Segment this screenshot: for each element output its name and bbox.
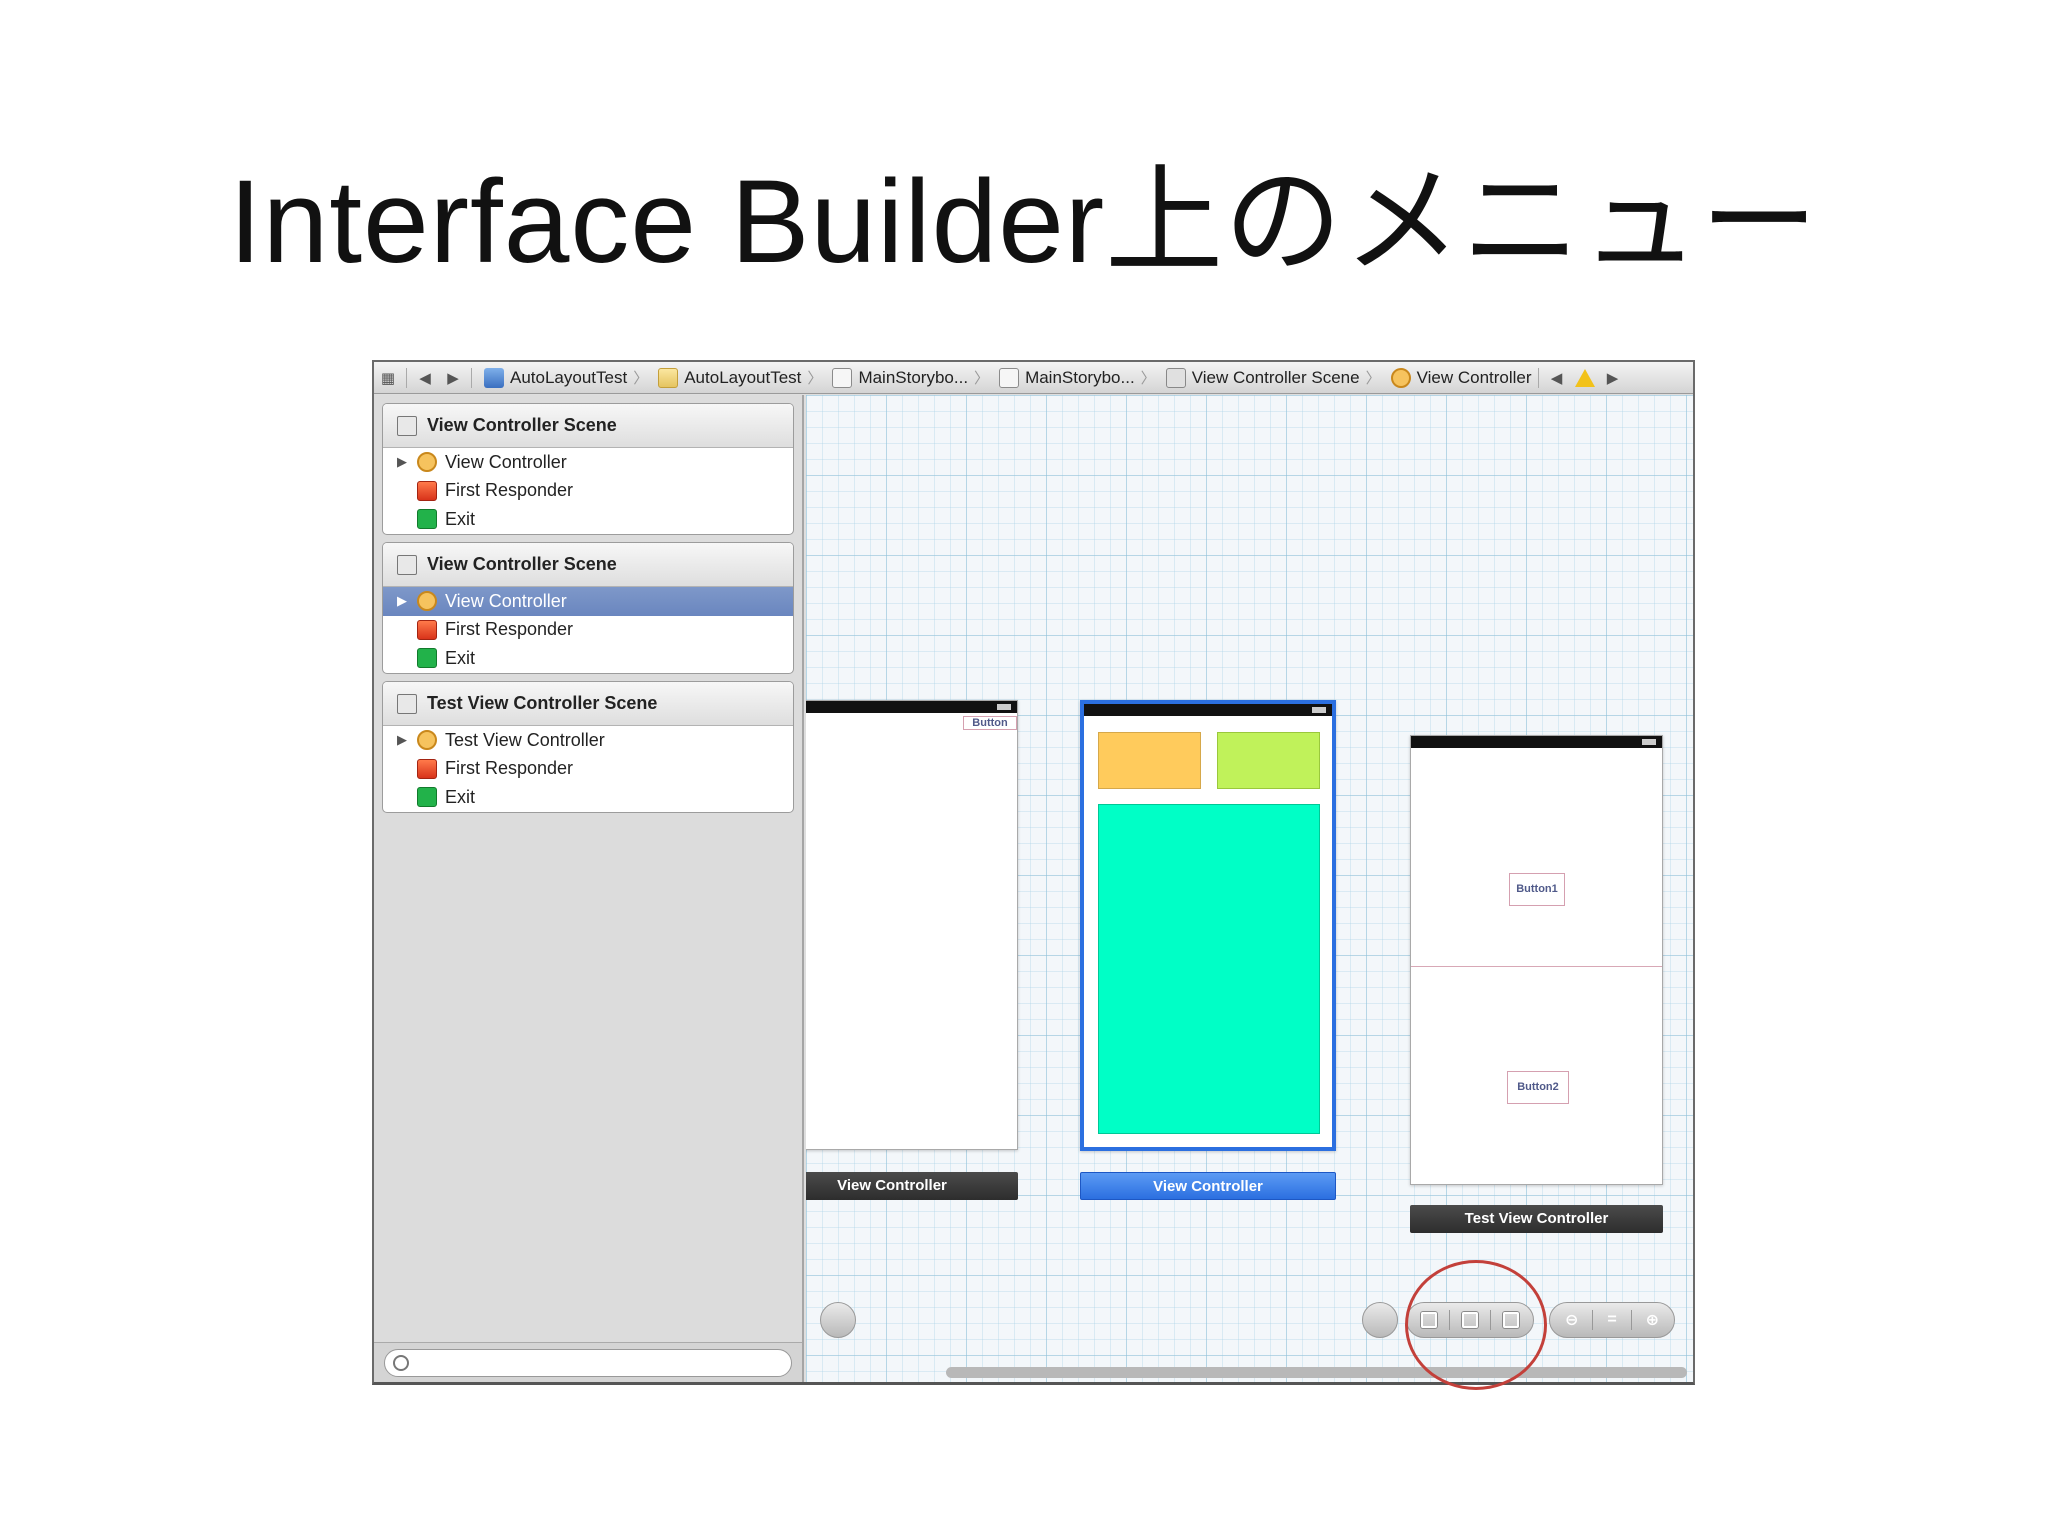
folder-icon — [658, 367, 679, 388]
scene-1-label[interactable]: View Controller — [806, 1172, 1018, 1200]
exit-icon — [417, 509, 437, 530]
outline-item-view-controller[interactable]: ▶ View Controller — [383, 448, 793, 477]
outline-filter-bar — [374, 1342, 802, 1382]
scene-2-view[interactable] — [1080, 700, 1336, 1151]
storyboard-canvas[interactable]: Button View Controller View Controller B… — [806, 395, 1693, 1382]
first-responder-icon — [417, 619, 437, 640]
view-controller-icon — [417, 730, 437, 751]
scene-1-view[interactable]: Button — [806, 700, 1018, 1150]
jump-bar: ▦ ◀ ▶ AutoLayoutTest 〉 AutoLayoutTest 〉 … — [374, 362, 1693, 394]
battery-icon — [1642, 739, 1656, 745]
storyboard-icon — [832, 367, 853, 388]
divider-line — [1411, 966, 1662, 967]
breadcrumb-label: MainStorybo... — [858, 367, 969, 387]
form-factor-button[interactable] — [1362, 1302, 1398, 1338]
document-outline: View Controller Scene ▶ View Controller … — [374, 395, 804, 1382]
chevron-right-icon: 〉 — [807, 370, 823, 387]
chevron-right-icon: 〉 — [1140, 370, 1156, 387]
previous-issue-icon[interactable]: ◀ — [1543, 362, 1571, 394]
scene-icon — [1165, 367, 1186, 388]
breadcrumb-label: View Controller — [1416, 367, 1532, 387]
view-controller-icon — [417, 591, 437, 612]
outline-item-exit[interactable]: Exit — [383, 783, 793, 812]
chevron-right-icon: 〉 — [974, 370, 990, 387]
battery-icon — [1312, 707, 1326, 713]
next-issue-icon[interactable]: ▶ — [1599, 362, 1627, 394]
chevron-right-icon: 〉 — [633, 370, 649, 387]
cyan-view[interactable] — [1098, 804, 1320, 1134]
scene-header[interactable]: View Controller Scene — [383, 404, 793, 448]
outline-filter-field[interactable] — [384, 1349, 792, 1377]
highlight-circle — [1405, 1260, 1547, 1390]
zoom-out-icon[interactable]: ⊖ — [1565, 1310, 1578, 1330]
first-responder-icon — [417, 758, 437, 779]
status-bar — [1084, 704, 1332, 716]
warning-icon[interactable] — [1574, 368, 1595, 387]
scene-icon — [397, 554, 417, 575]
button2[interactable]: Button2 — [1507, 1071, 1569, 1104]
battery-icon — [997, 704, 1011, 710]
breadcrumb-storyboard-base[interactable]: MainStorybo... 〉 — [991, 367, 1156, 388]
filter-icon — [393, 1355, 409, 1371]
scene-group-1: View Controller Scene ▶ View Controller … — [382, 403, 794, 535]
storyboard-icon — [999, 367, 1020, 388]
button1[interactable]: Button1 — [1509, 873, 1565, 906]
breadcrumb-project[interactable]: AutoLayoutTest 〉 — [476, 367, 648, 388]
breadcrumb-label: AutoLayoutTest — [510, 367, 628, 387]
xcode-window: ▦ ◀ ▶ AutoLayoutTest 〉 AutoLayoutTest 〉 … — [372, 360, 1695, 1385]
show-outline-button[interactable] — [820, 1302, 856, 1338]
forward-arrow-icon[interactable]: ▶ — [439, 362, 467, 394]
exit-icon — [417, 787, 437, 808]
breadcrumb-scene[interactable]: View Controller Scene 〉 — [1158, 367, 1381, 388]
view-controller-icon — [417, 452, 437, 473]
breadcrumb-view-controller[interactable]: View Controller — [1383, 367, 1532, 388]
breadcrumb-label: View Controller Scene — [1191, 367, 1360, 387]
zoom-in-icon[interactable]: ⊕ — [1646, 1310, 1659, 1330]
first-responder-icon — [417, 480, 437, 501]
scene-icon — [397, 415, 417, 436]
disclosure-triangle-icon[interactable]: ▶ — [397, 593, 417, 609]
outline-item-exit[interactable]: Exit — [383, 505, 793, 534]
outline-item-test-view-controller[interactable]: ▶ Test View Controller — [383, 726, 793, 755]
horizontal-scrollbar[interactable] — [946, 1367, 1687, 1378]
scene-1-button[interactable]: Button — [963, 716, 1017, 730]
disclosure-triangle-icon[interactable]: ▶ — [397, 454, 417, 470]
breadcrumb-storyboard[interactable]: MainStorybo... 〉 — [824, 367, 989, 388]
breadcrumb-group[interactable]: AutoLayoutTest 〉 — [650, 367, 822, 388]
breadcrumb-label: MainStorybo... — [1025, 367, 1135, 387]
zoom-actual-icon[interactable]: = — [1607, 1311, 1616, 1329]
status-bar — [806, 701, 1017, 713]
outline-item-exit[interactable]: Exit — [383, 644, 793, 673]
outline-item-first-responder[interactable]: First Responder — [383, 755, 793, 784]
breadcrumb-label: AutoLayoutTest — [684, 367, 802, 387]
scene-3-label[interactable]: Test View Controller — [1410, 1205, 1663, 1233]
exit-icon — [417, 648, 437, 669]
disclosure-triangle-icon[interactable]: ▶ — [397, 732, 417, 748]
outline-item-first-responder[interactable]: First Responder — [383, 616, 793, 645]
zoom-controls: ⊖ = ⊕ — [1549, 1302, 1675, 1338]
back-arrow-icon[interactable]: ◀ — [411, 362, 439, 394]
scene-header[interactable]: View Controller Scene — [383, 543, 793, 587]
scene-2-label[interactable]: View Controller — [1080, 1172, 1336, 1200]
outline-item-view-controller-selected[interactable]: ▶ View Controller — [383, 587, 793, 616]
orange-view[interactable] — [1098, 732, 1201, 789]
scene-icon — [397, 693, 417, 714]
view-controller-icon — [1390, 367, 1411, 388]
chevron-right-icon: 〉 — [1365, 370, 1381, 387]
slide-title: Interface Builder上のメニュー — [228, 156, 1820, 288]
outline-item-first-responder[interactable]: First Responder — [383, 477, 793, 506]
scene-header[interactable]: Test View Controller Scene — [383, 682, 793, 726]
related-items-icon[interactable]: ▦ — [374, 362, 402, 394]
scene-group-2: View Controller Scene ▶ View Controller … — [382, 542, 794, 674]
project-icon — [484, 367, 504, 388]
scene-3-view[interactable]: Button1 Button2 — [1410, 735, 1663, 1185]
scene-group-3: Test View Controller Scene ▶ Test View C… — [382, 681, 794, 813]
lime-view[interactable] — [1217, 732, 1320, 789]
status-bar — [1411, 736, 1662, 748]
